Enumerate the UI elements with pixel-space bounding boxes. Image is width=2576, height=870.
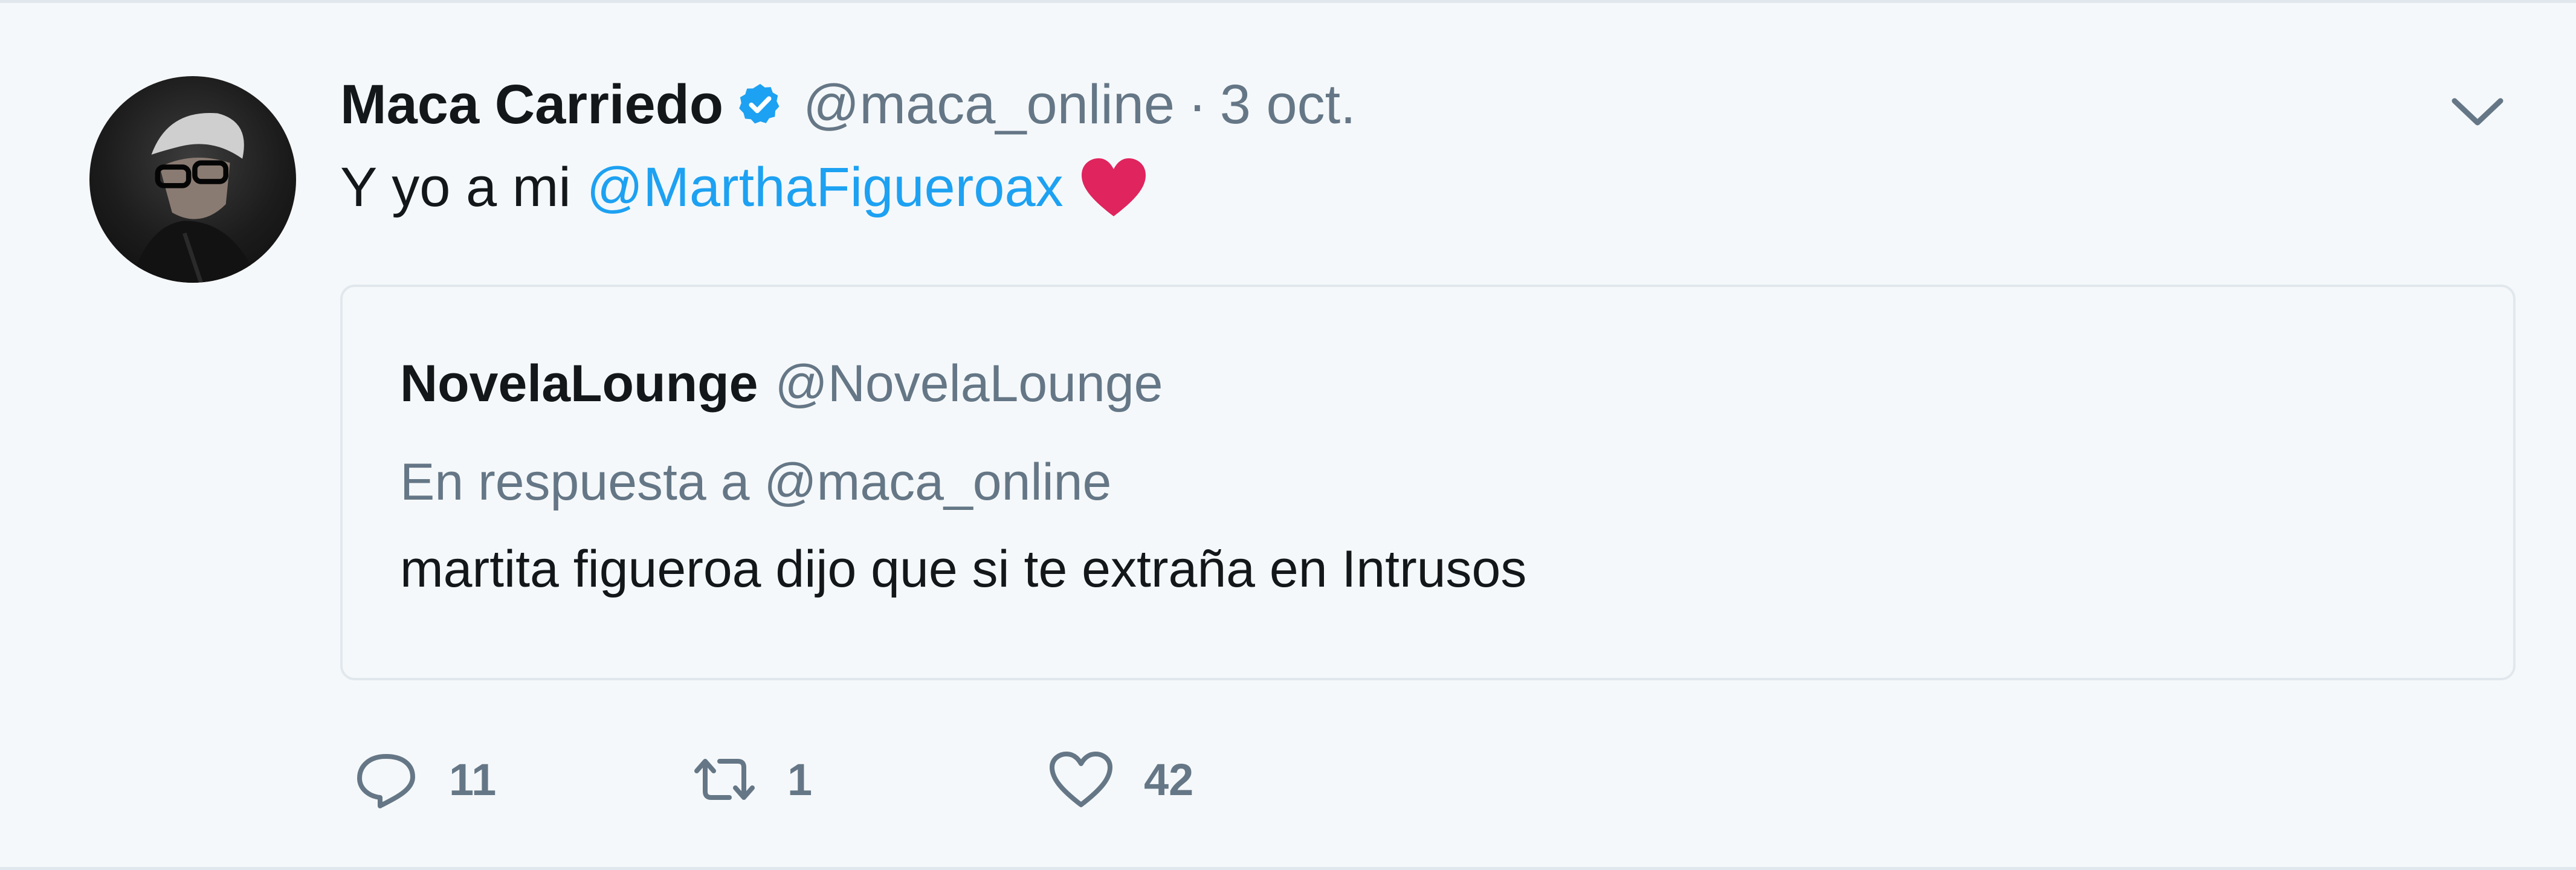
- red-heart-emoji-icon: [1079, 156, 1148, 219]
- reply-icon: [357, 754, 415, 808]
- timestamp-link[interactable]: 3 oct.: [1220, 73, 1356, 137]
- separator-dot: ·: [1188, 73, 1207, 135]
- quoted-reply-context: En respuesta a @maca_online: [400, 453, 1112, 511]
- quoted-tweet-header: NovelaLounge @NovelaLounge: [400, 350, 1163, 417]
- tweet-text: Y yo a mi @MarthaFigueroax: [340, 151, 1148, 224]
- like-count: 42: [1144, 754, 1194, 805]
- avatar[interactable]: [89, 76, 296, 283]
- tweet-header: Maca Carriedo @maca_online · 3 oct.: [340, 68, 1356, 141]
- like-button[interactable]: 42: [1047, 743, 1193, 816]
- reply-button[interactable]: 11: [352, 743, 496, 816]
- retweet-icon: [694, 759, 755, 800]
- quoted-tweet-text: martita figueroa dijo que si te extraña …: [400, 540, 1527, 598]
- avatar-image: [131, 112, 259, 283]
- author-handle[interactable]: @maca_online: [803, 73, 1175, 137]
- quoted-tweet[interactable]: NovelaLounge @NovelaLounge En respuesta …: [340, 285, 2516, 680]
- retweet-button[interactable]: 1: [691, 743, 812, 816]
- quoted-author-handle: @NovelaLounge: [775, 354, 1163, 413]
- mention-link[interactable]: @MarthaFigueroax: [587, 156, 1064, 219]
- quoted-author-name: NovelaLounge: [400, 354, 758, 413]
- tweet-card[interactable]: Maca Carriedo @maca_online · 3 oct. Y yo…: [0, 0, 2576, 870]
- retweet-count: 1: [787, 754, 813, 805]
- verified-badge-icon: [737, 81, 784, 128]
- chevron-down-icon[interactable]: [2447, 88, 2508, 136]
- tweet-body-text: Y yo a mi: [340, 156, 571, 218]
- reply-count: 11: [449, 754, 497, 805]
- heart-icon: [1050, 752, 1112, 807]
- author-name[interactable]: Maca Carriedo: [340, 73, 723, 137]
